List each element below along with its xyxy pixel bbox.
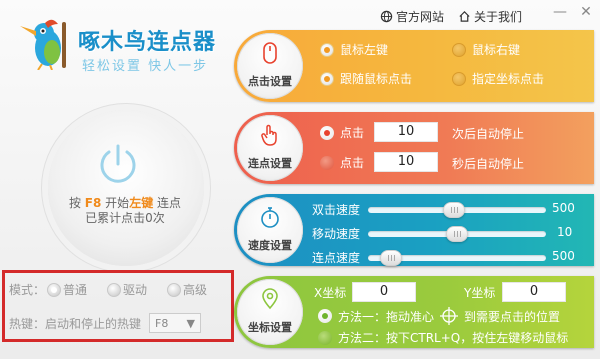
right-button-option[interactable]: 鼠标右键 bbox=[452, 41, 520, 58]
fixed-coord-option[interactable]: 指定坐标点击 bbox=[452, 70, 544, 87]
repeat-settings-badge: 连点设置 bbox=[237, 115, 303, 181]
mouse-icon bbox=[263, 42, 277, 64]
follow-mouse-radio[interactable] bbox=[320, 71, 334, 86]
app-subtitle: 轻松设置 快人一步 bbox=[82, 59, 209, 74]
right-button-radio[interactable] bbox=[452, 42, 466, 57]
double-click-speed-value: 500 bbox=[552, 201, 575, 215]
hint-prefix: 按 bbox=[68, 196, 81, 210]
left-button-radio[interactable] bbox=[320, 42, 334, 57]
click-counter: 已累计点击0次 bbox=[85, 211, 165, 225]
hand-pointer-icon bbox=[261, 124, 277, 146]
speed-settings-label: 速度设置 bbox=[248, 239, 292, 252]
hotkey-label: 热键：启动和停止的热键 bbox=[9, 316, 142, 331]
coord-settings-label: 坐标设置 bbox=[248, 321, 292, 334]
click-settings-badge: 点击设置 bbox=[237, 33, 303, 99]
fixed-coord-label: 指定坐标点击 bbox=[472, 72, 545, 86]
hint-suffix: 连点 bbox=[157, 196, 182, 210]
hotkey-row: 热键：启动和停止的热键 F8 ▼ bbox=[9, 313, 202, 333]
left-button-label: 鼠标左键 bbox=[340, 43, 389, 57]
follow-mouse-option[interactable]: 跟随鼠标点击 bbox=[320, 70, 412, 87]
coord-settings-badge: 坐标设置 bbox=[237, 279, 303, 345]
speed-settings-badge: 速度设置 bbox=[237, 197, 303, 263]
mode-advanced-radio[interactable] bbox=[167, 282, 182, 297]
double-click-speed-label: 双击速度 bbox=[312, 203, 361, 217]
seconds-prefix: 点击 bbox=[340, 156, 365, 170]
app-window: 啄木鸟连点器 轻松设置 快人一步 官方网站 关于我们 — ✕ 按 F8 开始左键… bbox=[0, 0, 600, 359]
mode-normal-label: 普通 bbox=[63, 283, 88, 297]
click-settings-panel: 点击设置 鼠标左键 鼠标右键 跟随鼠标点击 指定坐标点击 bbox=[234, 30, 594, 102]
stop-after-seconds-option[interactable]: 点击 bbox=[320, 154, 364, 171]
hotkey-select[interactable]: F8 ▼ bbox=[149, 313, 202, 333]
repeat-settings-label: 连点设置 bbox=[248, 157, 292, 170]
about-link[interactable]: 关于我们 bbox=[458, 8, 522, 25]
double-click-speed-thumb[interactable] bbox=[442, 202, 465, 218]
map-pin-icon bbox=[262, 288, 278, 310]
y-coord-label: Y坐标 bbox=[464, 286, 496, 300]
repeat-speed-value: 500 bbox=[552, 249, 575, 263]
coord-settings-panel: 坐标设置 X坐标 0 Y坐标 0 方法一：拖动准心 到需要点击的位置 方法二：按… bbox=[234, 276, 594, 348]
count-prefix: 点击 bbox=[340, 126, 365, 140]
method1-radio[interactable] bbox=[318, 309, 332, 323]
right-button-label: 鼠标右键 bbox=[472, 43, 521, 57]
hint-hotkey: F8 bbox=[84, 196, 102, 210]
stop-after-count-radio[interactable] bbox=[320, 125, 334, 140]
app-title: 啄木鸟连点器 bbox=[78, 30, 217, 55]
move-speed-thumb[interactable] bbox=[446, 226, 468, 242]
stop-after-seconds-radio[interactable] bbox=[320, 155, 334, 170]
official-site-label: 官方网站 bbox=[396, 10, 445, 24]
hint-mid: 开始 bbox=[105, 196, 130, 210]
crosshair-icon[interactable] bbox=[440, 307, 459, 325]
stopwatch-icon bbox=[261, 207, 279, 228]
header-links: 官方网站 关于我们 bbox=[380, 8, 522, 25]
mode-advanced-label: 高级 bbox=[183, 283, 208, 297]
mode-driver-label: 驱动 bbox=[123, 283, 148, 297]
click-settings-label: 点击设置 bbox=[248, 75, 292, 88]
method1-label: 方法一：拖动准心 bbox=[338, 309, 435, 324]
seconds-input[interactable]: 10 bbox=[374, 152, 438, 172]
mode-driver-radio[interactable] bbox=[107, 282, 122, 297]
x-coord-label: X坐标 bbox=[314, 286, 347, 300]
mode-row: 模式： 普通 驱动 高级 bbox=[9, 281, 207, 298]
hotkey-value: F8 bbox=[155, 316, 169, 330]
official-site-link[interactable]: 官方网站 bbox=[380, 8, 444, 25]
x-coord-input[interactable]: 0 bbox=[352, 282, 416, 302]
move-speed-label: 移动速度 bbox=[312, 227, 361, 241]
globe-icon bbox=[380, 10, 393, 23]
move-speed-value: 10 bbox=[557, 225, 573, 239]
left-button-option[interactable]: 鼠标左键 bbox=[320, 41, 388, 58]
count-input[interactable]: 10 bbox=[374, 122, 438, 142]
count-suffix: 次后自动停止 bbox=[452, 127, 525, 141]
repeat-speed-label: 连点速度 bbox=[312, 251, 361, 265]
minimize-button[interactable]: — bbox=[552, 4, 568, 20]
mode-normal-radio[interactable] bbox=[47, 282, 62, 297]
hint-button: 左键 bbox=[129, 196, 154, 210]
follow-mouse-label: 跟随鼠标点击 bbox=[340, 72, 413, 86]
fixed-coord-radio[interactable] bbox=[452, 71, 466, 86]
speed-settings-panel: 速度设置 双击速度 500 移动速度 10 连点速度 500 bbox=[234, 194, 594, 266]
method1-option[interactable]: 方法一：拖动准心 到需要点击的位置 bbox=[318, 307, 560, 325]
method2-option[interactable]: 方法二：按下CTRL+Q，按住左键移动鼠标 bbox=[318, 329, 568, 346]
stop-after-count-option[interactable]: 点击 bbox=[320, 124, 364, 141]
power-icon bbox=[100, 144, 136, 183]
home-icon bbox=[459, 11, 470, 22]
chevron-down-icon: ▼ bbox=[186, 316, 196, 330]
start-hint: 按 F8 开始左键 连点 已累计点击0次 bbox=[40, 196, 210, 226]
repeat-settings-panel: 连点设置 点击 10 次后自动停止 点击 10 秒后自动停止 bbox=[234, 112, 594, 184]
mode-hotkey-section: 模式： 普通 驱动 高级 热键：启动和停止的热键 F8 ▼ bbox=[2, 270, 234, 342]
y-coord-input[interactable]: 0 bbox=[502, 282, 566, 302]
mode-label: 模式： bbox=[9, 283, 46, 297]
about-label: 关于我们 bbox=[474, 10, 523, 24]
start-button[interactable] bbox=[48, 110, 204, 266]
close-button[interactable]: ✕ bbox=[578, 4, 594, 20]
seconds-suffix: 秒后自动停止 bbox=[452, 157, 525, 171]
repeat-speed-thumb[interactable] bbox=[380, 250, 403, 266]
method2-label: 方法二：按下CTRL+Q，按住左键移动鼠标 bbox=[338, 331, 569, 345]
method2-radio[interactable] bbox=[318, 330, 332, 345]
method1-suffix: 到需要点击的位置 bbox=[464, 309, 561, 324]
woodpecker-logo-icon bbox=[20, 19, 66, 70]
window-controls: — ✕ bbox=[552, 4, 594, 20]
